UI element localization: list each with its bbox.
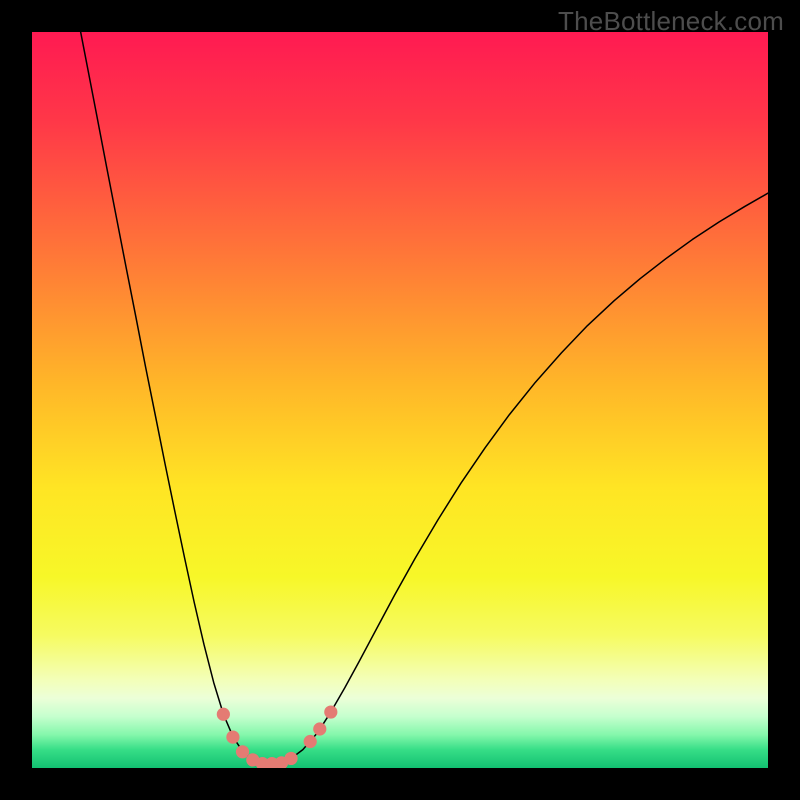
highlight-dot — [313, 722, 326, 735]
highlight-dot — [236, 745, 249, 758]
highlight-dot — [304, 735, 317, 748]
chart-plot-area — [32, 32, 768, 768]
highlight-dot — [226, 730, 239, 743]
chart-frame: TheBottleneck.com — [0, 0, 800, 800]
chart-background — [32, 32, 768, 768]
highlight-dot — [284, 752, 297, 765]
highlight-dot — [324, 705, 337, 718]
highlight-dot — [217, 708, 230, 721]
chart-svg — [32, 32, 768, 768]
